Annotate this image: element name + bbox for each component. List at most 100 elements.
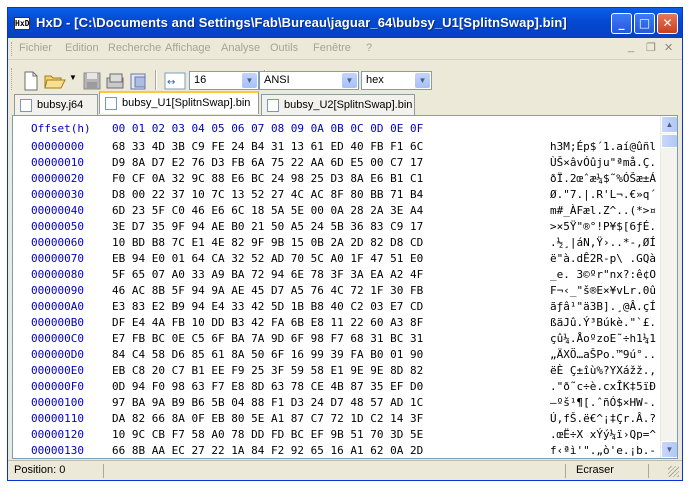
row-hex-bytes[interactable]: 3E D7 35 9F 94 AE B0 21 50 A5 24 5B 36 8…: [112, 220, 423, 233]
row-hex-bytes[interactable]: 68 33 4D 3B C9 FE 24 B4 31 13 61 ED 40 F…: [112, 140, 423, 153]
row-offset: 000000A0: [31, 300, 84, 313]
column-header-row: Offset(h) 00 01 02 03 04 05 06 07 08 09 0…: [31, 122, 423, 135]
row-hex-bytes[interactable]: 10 BD B8 7C E1 4E 82 9F 9B 15 0B 2A 2D 8…: [112, 236, 423, 249]
menu-affichage[interactable]: Affichage: [165, 42, 211, 54]
mdi-minimize-button[interactable]: _: [628, 41, 634, 53]
charset-select[interactable]: ANSI ▼: [259, 71, 359, 90]
toolbar-grip: [11, 68, 14, 90]
charset-value: ANSI: [264, 74, 290, 86]
minimize-button[interactable]: _: [611, 13, 632, 34]
row-text[interactable]: ÙŠ×âvÓûju"ªmå.Ç.: [550, 156, 656, 169]
row-offset: 00000060: [31, 236, 84, 249]
row-hex-bytes[interactable]: F0 CF 0A 32 9C 88 E6 BC 24 98 25 D3 8A E…: [112, 172, 423, 185]
display-mode-select[interactable]: hex ▼: [361, 71, 432, 90]
row-text[interactable]: _e. 3©ºr"nx?:ê¢O: [550, 268, 656, 281]
tab-bubsy-u1-splitnswap[interactable]: bubsy_U1[SplitnSwap].bin: [99, 91, 259, 114]
row-offset: 00000010: [31, 156, 84, 169]
row-text[interactable]: ."ð˜c÷è.cxÎK‡5ïÐ: [550, 380, 656, 393]
row-text[interactable]: ðÏ.2œˆæ¼$˜%ÓŠæ±Á: [550, 172, 656, 185]
menu-fenetre[interactable]: Fenêtre: [313, 42, 351, 54]
row-hex-bytes[interactable]: D9 8A D7 E2 76 D3 FB 6A 75 22 AA 6D E5 0…: [112, 156, 423, 169]
hxd-window: HxD HxD - [C:\Documents and Settings\Fab…: [7, 7, 683, 481]
status-bar: Position: 0 Ecraser: [8, 460, 682, 480]
row-text[interactable]: Ú‚fŠ.ë€^¡‡Çr.Â.?: [550, 412, 656, 425]
row-text[interactable]: çû¼.ÅoºzoE˜÷h1¼1: [550, 332, 656, 345]
open-folder-icon[interactable]: [44, 71, 66, 91]
row-hex-bytes[interactable]: EB 94 E0 01 64 CA 32 52 AD 70 5C A0 1F 4…: [112, 252, 423, 265]
close-button[interactable]: ✕: [657, 13, 678, 34]
row-offset: 000000D0: [31, 348, 84, 361]
vertical-scrollbar[interactable]: ▲ ▼: [660, 116, 677, 458]
bytes-per-row-value: 16: [194, 74, 207, 86]
save-icon[interactable]: [83, 71, 101, 91]
row-hex-bytes[interactable]: 10 9C CB F7 58 A0 78 DD FD BC EF 9B 51 7…: [112, 428, 423, 441]
row-hex-bytes[interactable]: DF E4 4A FB 10 DD B3 42 FA 6B E8 11 22 6…: [112, 316, 423, 329]
tab-label: bubsy_U2[SplitnSwap].bin: [284, 99, 413, 111]
menu-edition[interactable]: Edition: [65, 42, 99, 54]
maximize-button[interactable]: □: [634, 13, 655, 34]
row-hex-bytes[interactable]: 84 C4 58 D6 85 61 8A 50 6F 16 99 39 FA B…: [112, 348, 423, 361]
row-hex-bytes[interactable]: DA 82 66 8A 0F EB 80 5E A1 87 C7 72 1D C…: [112, 412, 423, 425]
row-text[interactable]: ë"à.dÊ2R-p\ .GQà: [550, 252, 656, 265]
row-text[interactable]: f‹ªì'".„ò'e.¡b.-: [550, 444, 656, 457]
byte-column-header: 00 01 02 03 04 05 06 07 08 09 0A 0B 0C 0…: [112, 122, 424, 135]
row-text[interactable]: m#_ÀFæl.Z^..(*>¤: [550, 204, 656, 217]
menu-recherche[interactable]: Recherche: [108, 42, 161, 54]
offset-header: Offset(h): [31, 122, 91, 135]
scrollbar-thumb[interactable]: [661, 134, 677, 148]
row-hex-bytes[interactable]: 6D 23 5F C0 46 E6 6C 18 5A 5E 00 0A 28 2…: [112, 204, 423, 217]
toolbar: ▼ ↔ 16 ▼ ANSI ▼ hex ▼: [8, 61, 682, 92]
mdi-restore-button[interactable]: ❐: [646, 41, 656, 54]
row-hex-bytes[interactable]: 0D 94 F0 98 63 F7 E8 8D 63 78 CE 4B 87 3…: [112, 380, 423, 393]
resize-grip-icon[interactable]: [668, 466, 679, 477]
row-text[interactable]: Ø."7.|.R'L¬.€»q´: [550, 188, 656, 201]
hex-document-icon: [267, 99, 279, 112]
menu-analyse[interactable]: Analyse: [221, 42, 260, 54]
bytes-per-row-select[interactable]: 16 ▼: [189, 71, 259, 90]
title-bar[interactable]: HxD HxD - [C:\Documents and Settings\Fab…: [8, 8, 682, 38]
row-text[interactable]: h3M;Ép$´1.aí@ûñl: [550, 140, 656, 153]
row-offset: 000000B0: [31, 316, 84, 329]
row-hex-bytes[interactable]: D8 00 22 37 10 7C 13 52 27 4C AC 8F 80 B…: [112, 188, 423, 201]
row-text[interactable]: —ºš¹¶[.ˆñÓ$×HW-.: [550, 396, 656, 409]
menu-help[interactable]: ?: [366, 42, 372, 54]
hex-document-icon: [105, 97, 117, 110]
status-divider: [103, 464, 104, 478]
hxd-app-icon[interactable]: HxD: [14, 17, 30, 30]
row-hex-bytes[interactable]: 5F 65 07 A0 33 A9 BA 72 94 6E 78 3F 3A E…: [112, 268, 423, 281]
row-text[interactable]: „ÄXÖ…aŠPo.™9ú°..: [550, 348, 656, 361]
scroll-down-arrow-icon[interactable]: ▼: [661, 441, 677, 458]
open-dropdown-chevron-icon[interactable]: ▼: [69, 73, 77, 93]
chevron-down-icon[interactable]: ▼: [242, 73, 257, 88]
row-hex-bytes[interactable]: 46 AC 8B 5F 94 9A AE 45 D7 A5 76 4C 72 1…: [112, 284, 423, 297]
row-hex-bytes[interactable]: E7 FB BC 0E C5 6F BA 7A 9D 6F 98 F7 68 3…: [112, 332, 423, 345]
chevron-down-icon[interactable]: ▼: [415, 73, 430, 88]
row-hex-bytes[interactable]: 97 BA 9A B9 B6 5B 04 88 F1 D3 24 D7 48 5…: [112, 396, 423, 409]
row-offset: 00000040: [31, 204, 84, 217]
row-text[interactable]: .œË÷X xÝý¼ï›Qp=^: [550, 428, 656, 441]
row-text[interactable]: ëÈ Ç±îù%?YXážž.‚: [550, 364, 656, 377]
chevron-down-icon[interactable]: ▼: [342, 73, 357, 88]
scroll-up-arrow-icon[interactable]: ▲: [661, 116, 677, 133]
properties-icon[interactable]: [129, 71, 149, 91]
mdi-close-button[interactable]: ✕: [664, 41, 673, 54]
tab-bubsy-j64[interactable]: bubsy.j64: [14, 94, 98, 115]
row-hex-bytes[interactable]: 66 8B AA EC 27 22 1A 84 F2 92 65 16 A1 6…: [112, 444, 423, 457]
tab-strip: bubsy.j64 bubsy_U1[SplitnSwap].bin bubsy…: [8, 91, 682, 115]
row-text[interactable]: ßäJû.Ý³Búkè."`£.: [550, 316, 656, 329]
new-file-icon[interactable]: [22, 71, 40, 91]
menu-outils[interactable]: Outils: [270, 42, 298, 54]
save-all-icon[interactable]: [105, 71, 125, 91]
menu-fichier[interactable]: Fichier: [19, 42, 52, 54]
row-hex-bytes[interactable]: E3 83 E2 B9 94 E4 33 42 5D 1B B8 40 C2 0…: [112, 300, 423, 313]
tab-bubsy-u2-splitnswap[interactable]: bubsy_U2[SplitnSwap].bin: [261, 94, 415, 115]
row-text[interactable]: ãƒâ¹"ä3B].¸@Â.çÍ: [550, 300, 656, 313]
edit-mode: Ecraser: [576, 464, 614, 476]
row-text[interactable]: >×5Ÿ"®°!P¥$[6ƒÉ.: [550, 220, 656, 233]
row-text[interactable]: .½¸|áN‚Ÿ›..*-‚ØÍ: [550, 236, 656, 249]
row-hex-bytes[interactable]: EB C8 20 C7 B1 EE F9 25 3F 59 58 E1 9E 9…: [112, 364, 423, 377]
row-offset: 00000050: [31, 220, 84, 233]
hex-editor-view[interactable]: Offset(h) 00 01 02 03 04 05 06 07 08 09 0…: [12, 115, 678, 459]
tab-label: bubsy.j64: [37, 99, 84, 111]
row-text[interactable]: F¬‹_"š®E×¥vLr.0û: [550, 284, 656, 297]
